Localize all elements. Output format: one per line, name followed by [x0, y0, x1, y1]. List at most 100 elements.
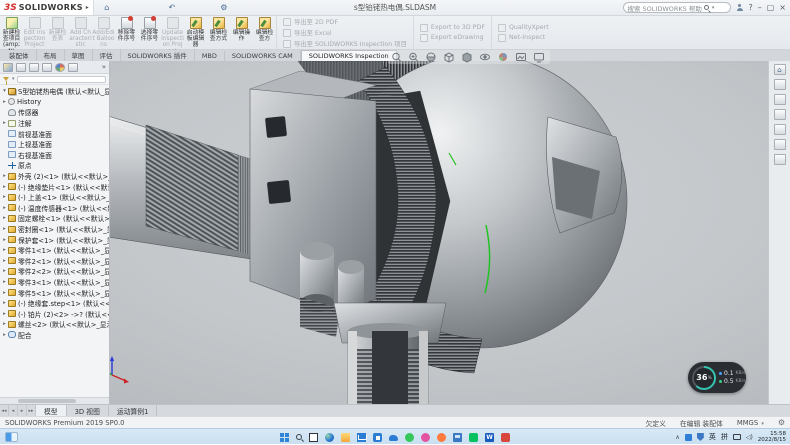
- quick-access-icon[interactable]: ↶: [167, 3, 177, 13]
- quick-access-icon[interactable]: [141, 3, 151, 13]
- filter-funnel-icon[interactable]: [3, 77, 9, 81]
- expand-arrow-icon[interactable]: ▸: [1, 99, 8, 105]
- volume-icon[interactable]: ◁): [746, 434, 753, 441]
- tray-shield-icon[interactable]: [697, 433, 704, 441]
- quick-access-icon[interactable]: [180, 3, 190, 13]
- expand-arrow-icon[interactable]: ▸: [1, 194, 8, 200]
- export-menu-item[interactable]: 导出至 Excel: [283, 28, 407, 37]
- expand-arrow-icon[interactable]: ▸: [1, 300, 8, 306]
- export-menu-item[interactable]: Export eDrawing: [420, 34, 485, 42]
- tree-item[interactable]: 上视基准面: [1, 139, 109, 150]
- expand-arrow-icon[interactable]: ▸: [1, 311, 8, 317]
- displaymanager-tab[interactable]: [55, 63, 65, 72]
- export-menu-item[interactable]: 导出至 SOLIDWORKS Inspection 项目: [283, 39, 407, 48]
- solidworks-logo[interactable]: 3S SOLIDWORKS ▸: [0, 0, 94, 15]
- help-button[interactable]: ?: [748, 4, 752, 12]
- expand-arrow-icon[interactable]: ▸: [1, 247, 8, 253]
- tree-item[interactable]: 原点: [1, 160, 109, 171]
- close-button[interactable]: ×: [779, 4, 786, 12]
- widgets-icon[interactable]: [5, 432, 18, 442]
- tab-scroll-right-icon[interactable]: ▸: [18, 405, 27, 416]
- taskbar-app-icon[interactable]: [501, 433, 510, 442]
- ribbon-button[interactable]: 编辑检查方: [253, 16, 276, 49]
- taskbar-app-icon[interactable]: [389, 435, 398, 441]
- restore-button[interactable]: ▢: [767, 4, 775, 12]
- login-icon[interactable]: [736, 4, 743, 11]
- expand-arrow-icon[interactable]: ▸: [1, 258, 8, 264]
- expand-arrow-icon[interactable]: ▸: [1, 290, 8, 296]
- ribbon-button[interactable]: 新建检查表: [46, 16, 69, 49]
- panel-flyout-icon[interactable]: »: [102, 63, 106, 71]
- tree-horizontal-scrollbar[interactable]: [0, 397, 109, 404]
- tree-item[interactable]: ▸ (-) 上盖<1> (默认<<默认>_显示状: [1, 192, 109, 203]
- quick-access-icon[interactable]: [115, 3, 125, 13]
- task-pane-icon[interactable]: [774, 139, 786, 150]
- tray-chevron-icon[interactable]: ∧: [675, 434, 679, 441]
- ribbon-button[interactable]: Add Characteristic: [69, 16, 92, 49]
- ribbon-tab[interactable]: 布局: [37, 49, 65, 61]
- tree-item[interactable]: ▸ 配合: [1, 330, 109, 341]
- tree-item[interactable]: ▸ 外壳 (2)<1> (默认<<默认>_显示状: [1, 171, 109, 182]
- tree-item[interactable]: ▸ 零件1<1> (默认<<默认>_显示状态: [1, 245, 109, 256]
- ribbon-tab[interactable]: SOLIDWORKS Inspection: [301, 50, 397, 61]
- export-menu-item[interactable]: 导出至 2D PDF: [283, 17, 407, 26]
- task-pane-icon[interactable]: [774, 124, 786, 135]
- menu-flyout-icon[interactable]: ▸: [86, 4, 89, 11]
- expand-arrow-icon[interactable]: ▸: [1, 268, 8, 274]
- tree-item[interactable]: 传感器: [1, 107, 109, 118]
- document-tab[interactable]: 运动算例1: [109, 405, 158, 416]
- expand-arrow-icon[interactable]: ▸: [1, 279, 8, 285]
- taskbar-app-icon[interactable]: [453, 433, 462, 442]
- taskbar-app-icon[interactable]: [309, 433, 318, 442]
- ribbon-tab[interactable]: SOLIDWORKS CAM: [225, 51, 301, 61]
- task-pane-icon[interactable]: [774, 109, 786, 120]
- ribbon-button[interactable]: Update Inspection Project: [161, 16, 184, 49]
- quick-access-icon[interactable]: ⚙: [219, 3, 229, 13]
- tree-item[interactable]: ▸ 零件2<2> (默认<<默认>_显示状: [1, 266, 109, 277]
- tree-item[interactable]: ▸ 密封圈<1> (默认<<默认>_显示状: [1, 224, 109, 235]
- tab-scroll-left-icon[interactable]: ◂: [9, 405, 18, 416]
- taskbar-app-icon[interactable]: [421, 433, 430, 442]
- status-units[interactable]: MMGS ▾: [737, 419, 764, 427]
- cam-tree-tab[interactable]: [68, 63, 78, 72]
- quick-access-icon[interactable]: [193, 3, 203, 13]
- document-tab[interactable]: 模型: [36, 405, 67, 416]
- tree-item[interactable]: ▸ 零件2<1> (默认<<默认>_显示状: [1, 256, 109, 267]
- taskbar-app-icon[interactable]: W: [485, 433, 494, 442]
- tree-item[interactable]: 右视基准面: [1, 150, 109, 161]
- ribbon-button[interactable]: Edit Inspection Project: [23, 16, 46, 49]
- expand-arrow-icon[interactable]: ▸: [1, 120, 8, 126]
- ime-indicator[interactable]: 英: [709, 432, 716, 442]
- tree-item[interactable]: ▸ (-) 铂片 (2)<2> ->? (默认<<默认>: [1, 308, 109, 319]
- taskbar-app-icon[interactable]: [280, 433, 289, 442]
- task-pane-icon[interactable]: [774, 154, 786, 165]
- tree-item[interactable]: ▸ History: [1, 97, 109, 108]
- task-pane-icon[interactable]: [774, 94, 786, 105]
- tree-item[interactable]: ▸ (-) 绝缘套.step<1> (默认<<默认: [1, 298, 109, 309]
- search-icon[interactable]: [704, 5, 709, 10]
- model-3d-view[interactable]: [0, 61, 790, 404]
- dimxpertmanager-tab[interactable]: [42, 63, 52, 72]
- expand-arrow-icon[interactable]: ▸: [1, 237, 8, 243]
- taskbar-app-icon[interactable]: [405, 433, 414, 442]
- tree-item[interactable]: ▸ (-) 温度传感器<1> (默认<<默认>_: [1, 203, 109, 214]
- expand-arrow-icon[interactable]: ▸: [1, 321, 8, 327]
- tree-item[interactable]: ▸ 固定螺栓<1> (默认<<默认>_显示状: [1, 213, 109, 224]
- taskbar-app-icon[interactable]: [296, 434, 302, 440]
- ribbon-tab[interactable]: 装配体: [2, 49, 37, 61]
- quick-access-icon[interactable]: [154, 3, 164, 13]
- ime-mode-indicator[interactable]: 拼: [721, 432, 728, 442]
- tab-scroll-last-icon[interactable]: ▸▸: [27, 405, 36, 416]
- expand-arrow-icon[interactable]: ▸: [1, 226, 8, 232]
- ribbon-button[interactable]: 编辑检查方式: [207, 16, 230, 49]
- graphics-viewport[interactable]: [0, 61, 790, 404]
- ribbon-tab[interactable]: SOLIDWORKS 插件: [121, 49, 195, 61]
- filter-caret-icon[interactable]: ▾: [12, 76, 15, 82]
- expand-arrow-icon[interactable]: ▸: [1, 215, 8, 221]
- tree-filter-input[interactable]: [17, 76, 106, 83]
- taskbar-app-icon[interactable]: [325, 433, 334, 442]
- featuremanager-tree-tab[interactable]: [3, 63, 13, 72]
- tree-root-item[interactable]: ▾ S型铂铑热电偶 (默认<默认_显示状态-1>: [1, 86, 109, 97]
- ribbon-button[interactable]: Add/Edit Balloons: [92, 16, 115, 49]
- tree-item[interactable]: 前视基准面: [1, 128, 109, 139]
